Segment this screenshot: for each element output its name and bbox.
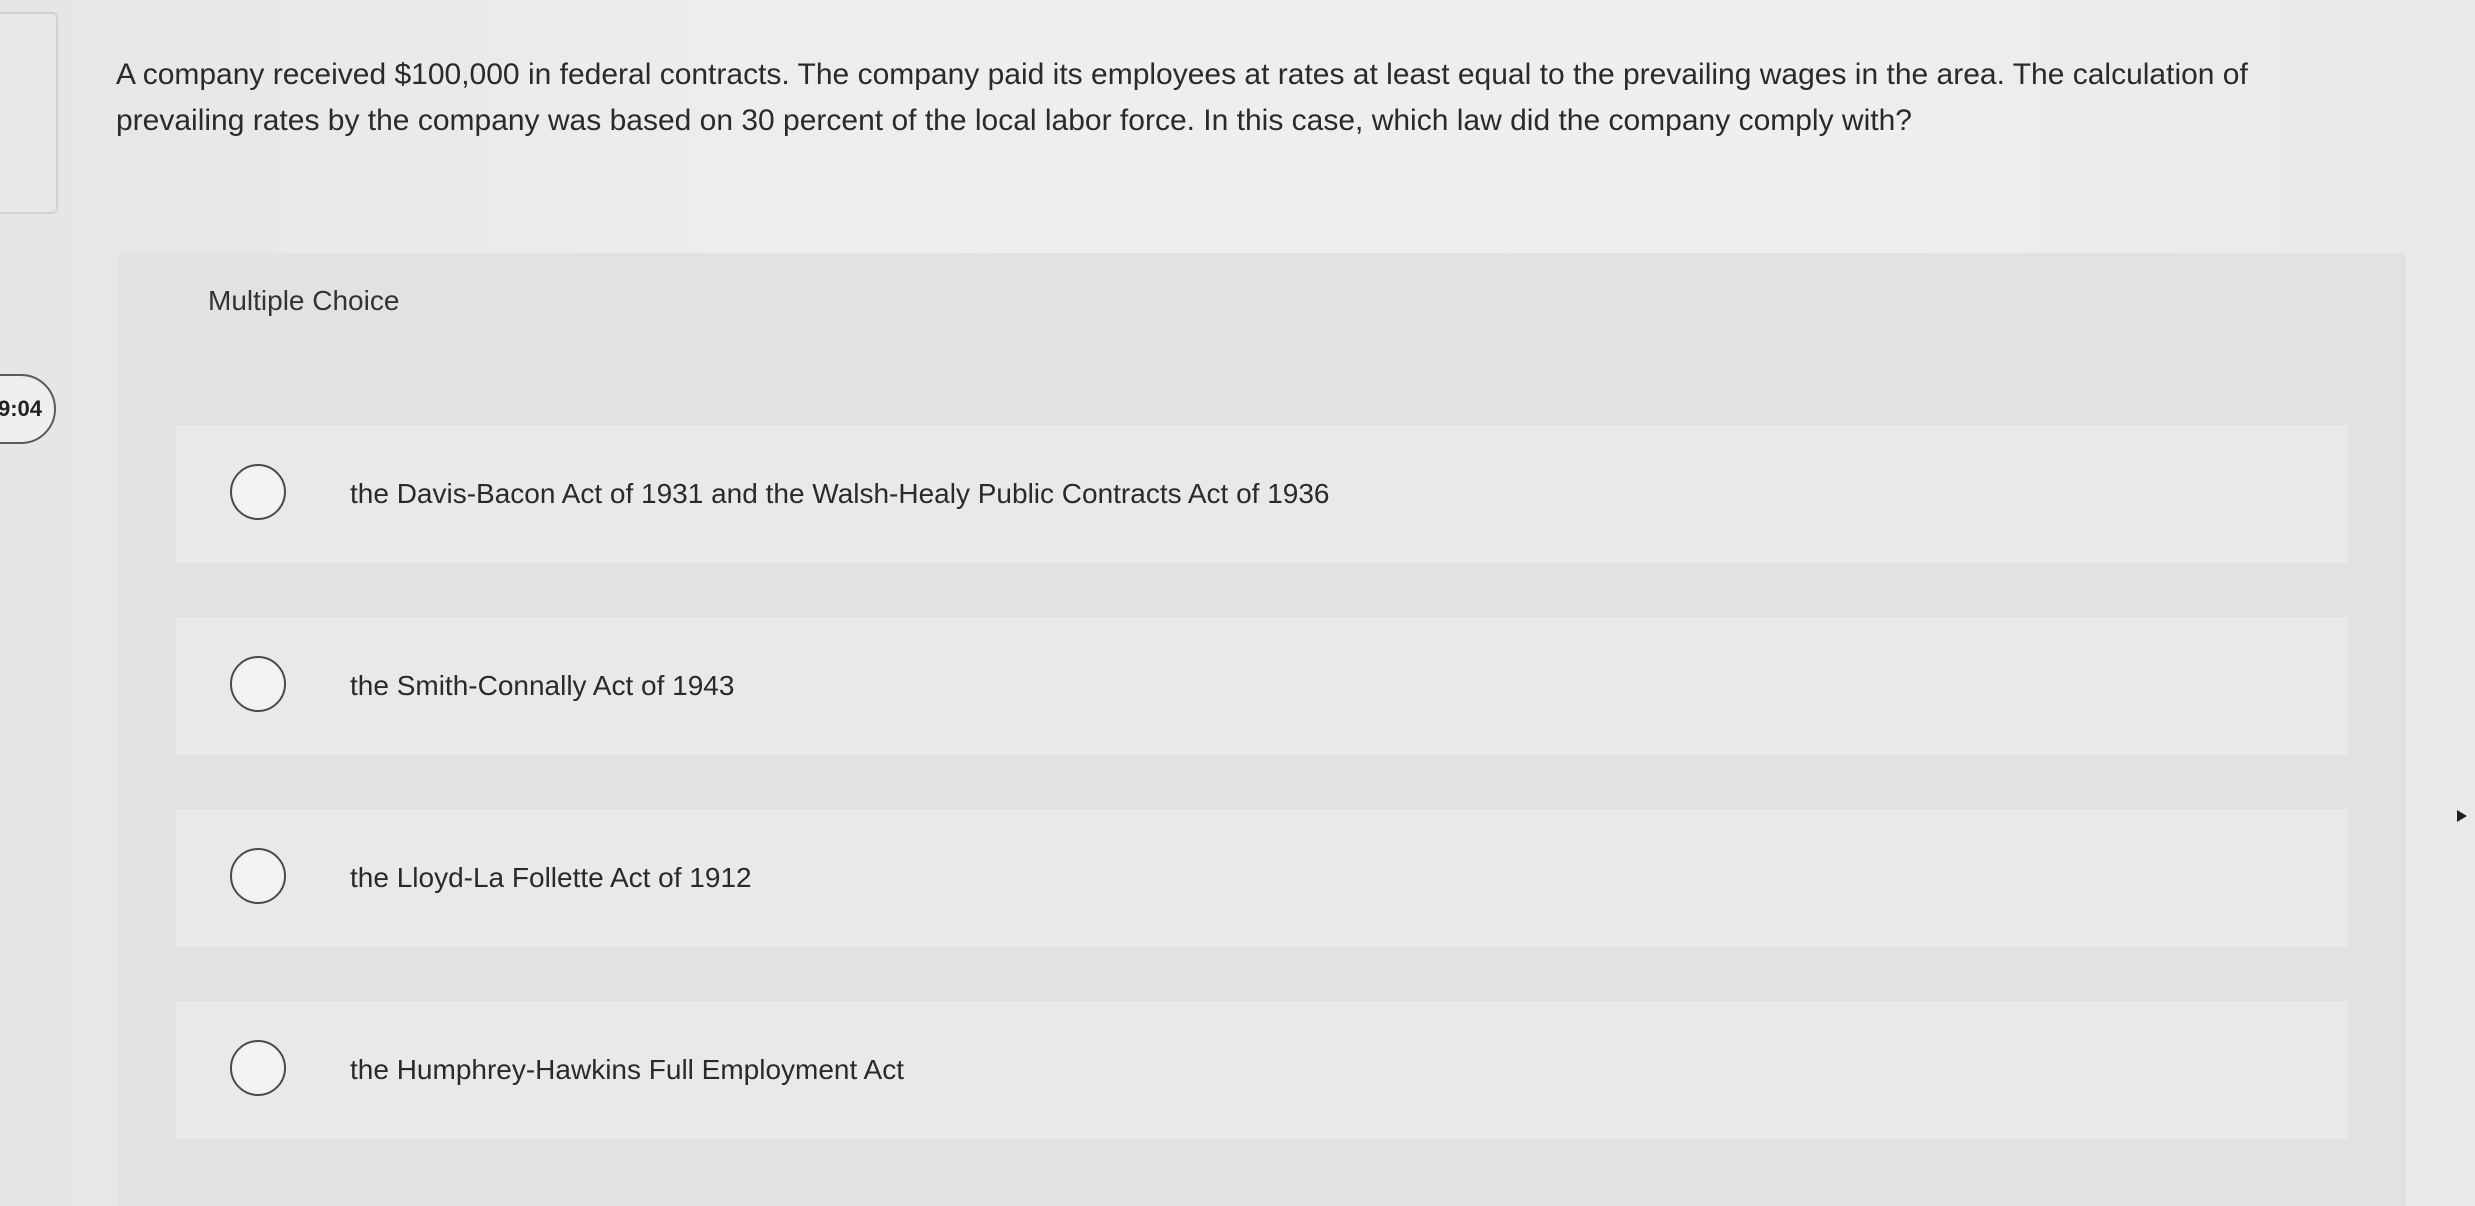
- play-arrow-icon[interactable]: [2457, 810, 2467, 822]
- radio-unchecked-icon[interactable]: [230, 656, 286, 712]
- question-type-label: Multiple Choice: [208, 285, 400, 316]
- answer-option-4[interactable]: the Humphrey-Hawkins Full Employment Act: [176, 1001, 2348, 1139]
- question-text: A company received $100,000 in federal c…: [116, 58, 2248, 137]
- timer-text: 9:04: [0, 396, 42, 421]
- answer-option-1[interactable]: the Davis-Bacon Act of 1931 and the Wals…: [176, 425, 2348, 563]
- radio-unchecked-icon[interactable]: [230, 1040, 286, 1096]
- radio-unchecked-icon[interactable]: [230, 464, 286, 520]
- answer-option-label: the Humphrey-Hawkins Full Employment Act: [350, 1054, 904, 1085]
- answer-option-label: the Smith-Connally Act of 1943: [350, 670, 735, 701]
- answer-panel: Multiple Choice the Davis-Bacon Act of 1…: [118, 253, 2406, 1206]
- side-panel-tab[interactable]: [0, 12, 58, 214]
- radio-unchecked-icon[interactable]: [230, 848, 286, 904]
- answer-option-2[interactable]: the Smith-Connally Act of 1943: [176, 617, 2348, 755]
- answer-option-label: the Davis-Bacon Act of 1931 and the Wals…: [350, 478, 1330, 509]
- answer-option-3[interactable]: the Lloyd-La Follette Act of 1912: [176, 809, 2348, 947]
- answer-option-label: the Lloyd-La Follette Act of 1912: [350, 862, 752, 893]
- timer-badge: 9:04: [0, 374, 56, 444]
